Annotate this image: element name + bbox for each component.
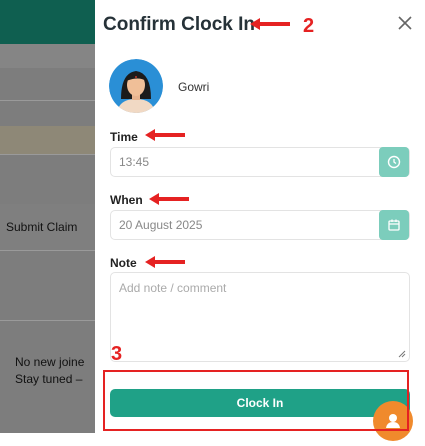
annotation-arrow bbox=[149, 193, 189, 205]
background-divider bbox=[0, 100, 95, 101]
time-label: Time bbox=[110, 130, 138, 144]
background-row bbox=[0, 126, 95, 154]
resize-handle-icon[interactable] bbox=[398, 350, 406, 358]
avatar bbox=[109, 59, 163, 113]
annotation-arrow bbox=[250, 18, 290, 30]
calendar-icon[interactable] bbox=[379, 210, 409, 240]
annotation-arrow bbox=[145, 256, 185, 268]
time-value: 13:45 bbox=[119, 155, 150, 169]
confirm-clock-in-drawer: Confirm Clock In Gowri Time 13:45 When 2… bbox=[95, 0, 425, 441]
annotation-step-3: 3 bbox=[111, 343, 123, 365]
announcement-line: Stay tuned – bbox=[15, 372, 83, 386]
announcement-line: No new joine bbox=[15, 355, 85, 369]
note-placeholder: Add note / comment bbox=[119, 281, 227, 295]
annotation-step-2: 2 bbox=[303, 15, 315, 37]
annotation-highlight-box bbox=[103, 370, 409, 431]
background-app: Submit Claim No new joine Stay tuned – bbox=[0, 0, 95, 433]
date-field[interactable]: 20 August 2025 bbox=[110, 210, 410, 240]
note-label: Note bbox=[110, 256, 137, 270]
close-icon[interactable] bbox=[395, 13, 415, 33]
annotation-arrow bbox=[145, 129, 185, 141]
background-divider bbox=[0, 250, 95, 251]
background-row bbox=[0, 44, 95, 68]
date-value: 20 August 2025 bbox=[119, 218, 203, 232]
background-divider bbox=[0, 320, 95, 321]
user-name: Gowri bbox=[178, 80, 210, 94]
announcement-text: No new joine Stay tuned – bbox=[15, 354, 84, 388]
clock-icon[interactable] bbox=[379, 147, 409, 177]
when-label: When bbox=[110, 193, 143, 207]
time-field[interactable]: 13:45 bbox=[110, 147, 410, 177]
background-header bbox=[0, 0, 95, 44]
drawer-title: Confirm Clock In bbox=[103, 14, 256, 35]
note-textarea[interactable]: Add note / comment bbox=[110, 272, 410, 362]
background-divider bbox=[0, 154, 95, 155]
submit-claim-link: Submit Claim bbox=[6, 220, 78, 234]
